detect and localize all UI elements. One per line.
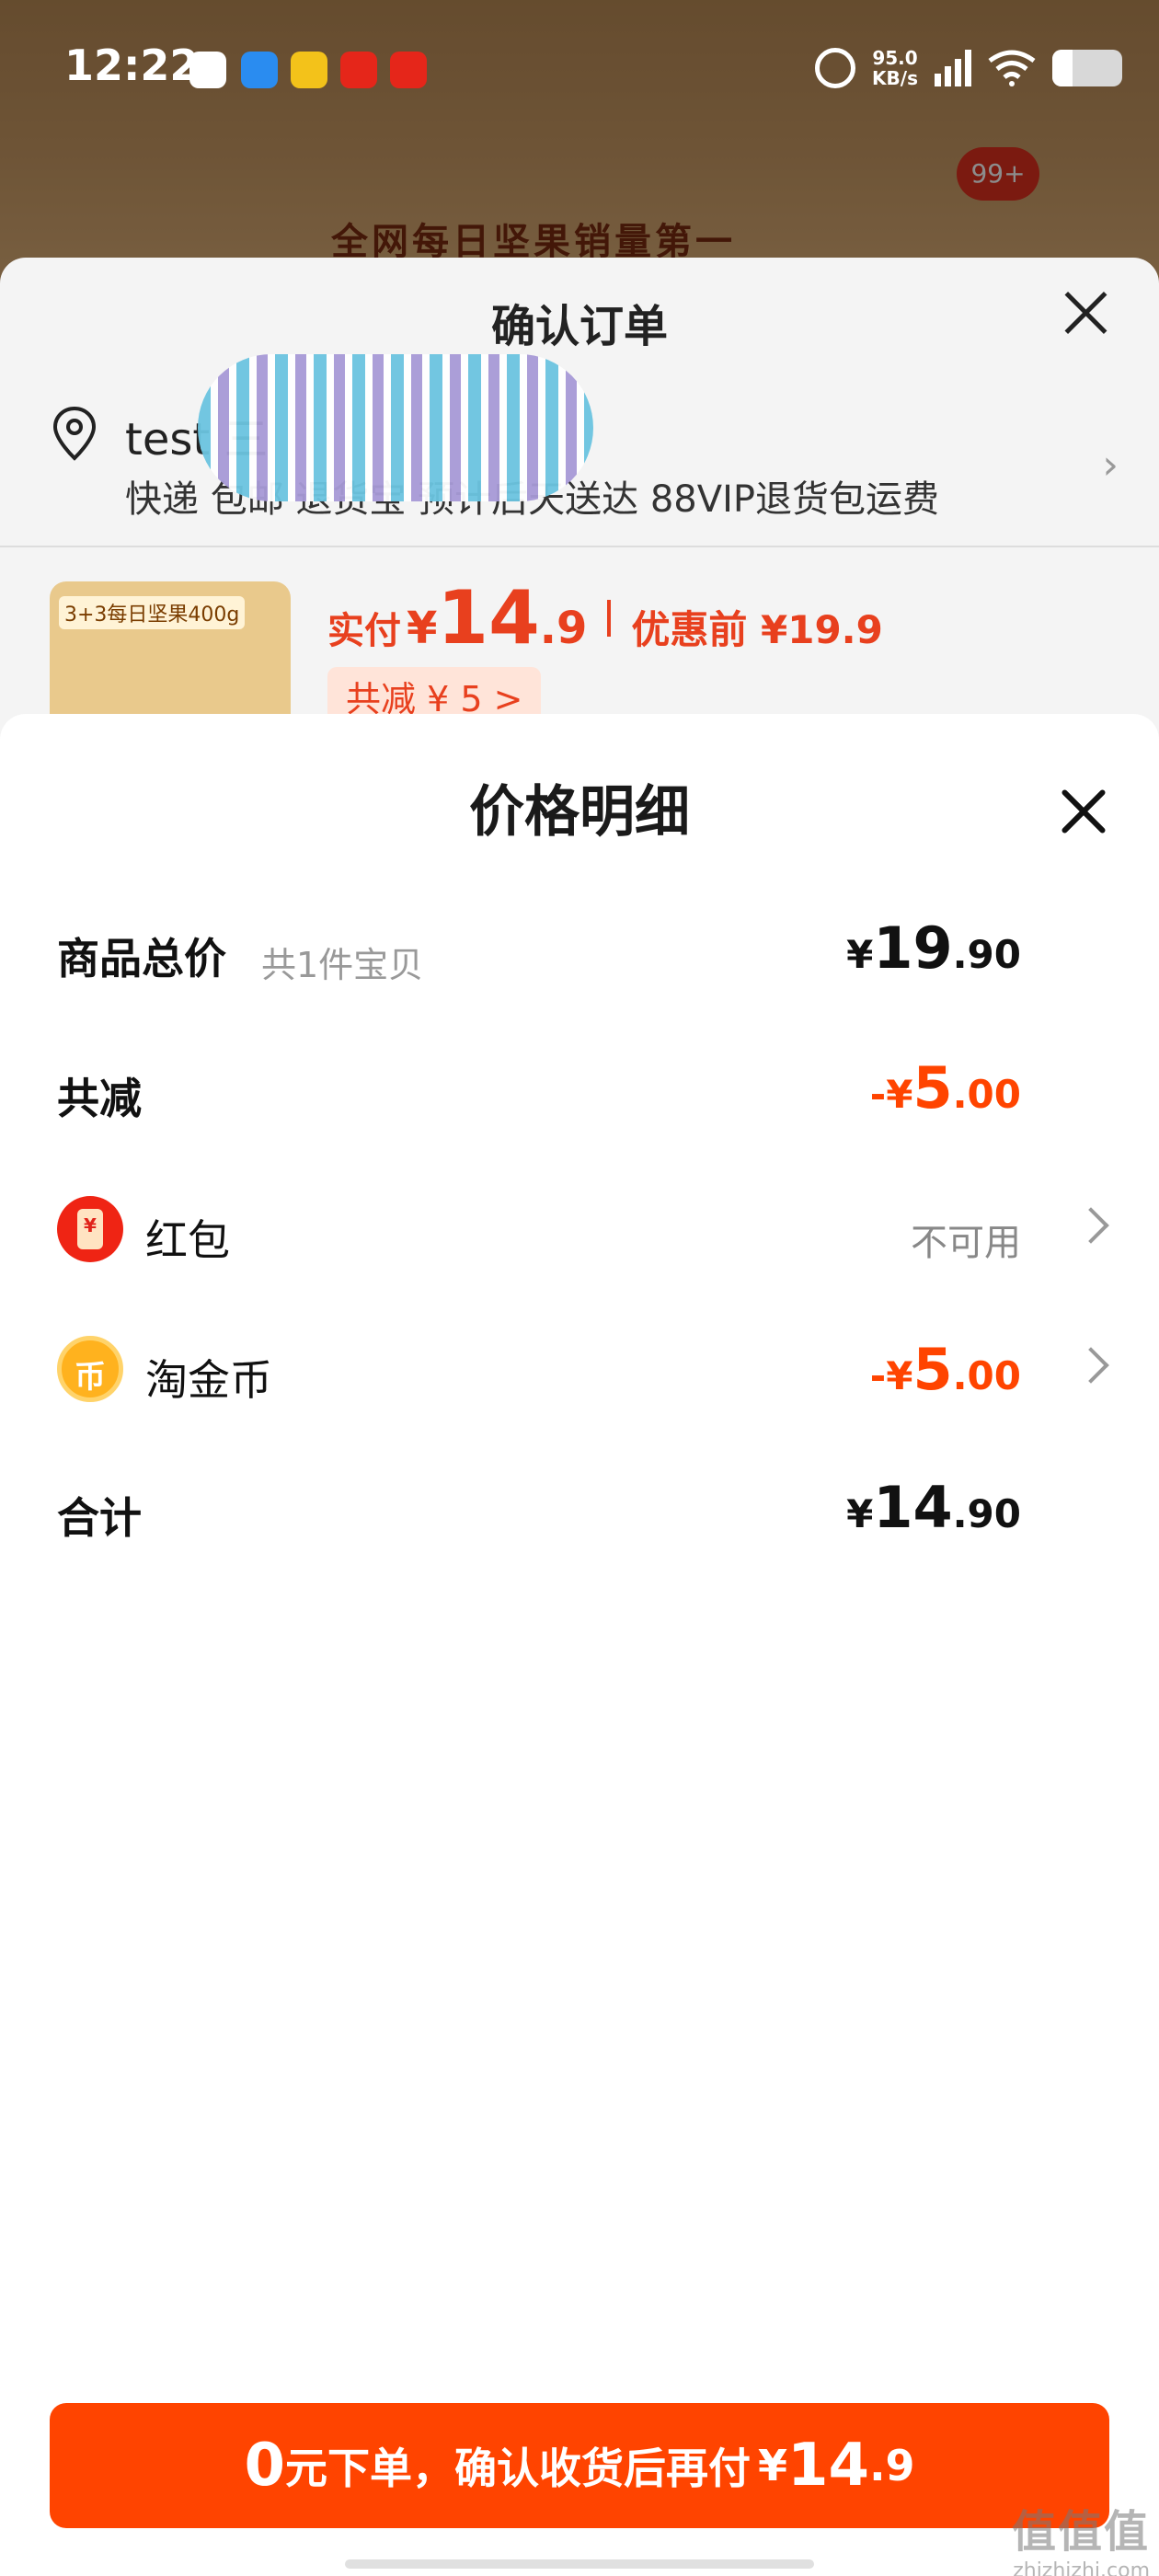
row-sum: 合计 ¥ 14 .90 [57, 1474, 1106, 1557]
before-discount-price: 优惠前 ¥19.9 [631, 607, 883, 652]
item-count: 共1件宝贝 [261, 945, 424, 985]
divider [0, 546, 1159, 547]
status-icons: 95.0 KB/s [815, 42, 1122, 94]
signal-icon [935, 50, 971, 86]
row-label: 红包 [145, 1215, 230, 1265]
weibo-icon [291, 52, 327, 88]
product-thumb-label: 3+3每日坚果400g [59, 596, 246, 629]
alarm-icon [815, 48, 856, 88]
row-taojinbi[interactable]: 币 淘金币 - ¥ 5 .00 [57, 1336, 1106, 1419]
red-packet-status: 不可用 [911, 1222, 1021, 1264]
paid-currency: ¥ [407, 603, 438, 654]
location-pin-icon [52, 406, 97, 461]
coin-deduction-amount: - ¥ 5 .00 [869, 1336, 1021, 1403]
battery-icon [1052, 50, 1122, 86]
row-label: 商品总价 [57, 934, 226, 983]
chevron-right-icon[interactable] [1078, 1343, 1106, 1371]
wifi-icon [988, 50, 1036, 86]
item-total-amount: ¥ 19 .90 [846, 914, 1021, 982]
row-label: 共减 [57, 1074, 142, 1123]
paid-int: 14 [437, 575, 540, 661]
chevron-right-icon[interactable]: › [1102, 442, 1119, 489]
paid-dec: .9 [539, 603, 588, 654]
price-detail-sheet: 价格明细 商品总价 共1件宝贝 ¥ 19 .90 共减 - ¥ 5 .00 红包… [0, 714, 1159, 2576]
home-indicator[interactable] [345, 2559, 814, 2569]
app-icon [340, 52, 377, 88]
terminal-app-icon [189, 52, 226, 88]
red-packet-icon [57, 1196, 123, 1262]
taojinbi-coin-icon: 币 [57, 1336, 123, 1402]
clock: 12:22 [64, 40, 200, 90]
place-order-button[interactable]: 0 元下单，确认收货后再付 ¥ 14 .9 [50, 2403, 1109, 2528]
watermark: 值值值 zhizhizhi.com [1011, 2506, 1150, 2576]
row-label: 合计 [57, 1493, 142, 1543]
redaction-scribble [198, 354, 593, 501]
discount-amount: - ¥ 5 .00 [869, 1054, 1021, 1121]
row-label: 淘金币 [145, 1355, 272, 1405]
paid-price: 实付 ¥ 14 .9 优惠前 ¥19.9 [327, 575, 883, 661]
order-title: 确认订单 [490, 301, 668, 352]
row-item-total: 商品总价 共1件宝贝 ¥ 19 .90 [57, 914, 1106, 997]
status-bar: 12:22 95.0 KB/s [0, 0, 1159, 138]
sheet-title: 价格明细 [469, 780, 690, 845]
row-red-packet[interactable]: 红包 不可用 [57, 1196, 1106, 1279]
close-icon[interactable] [1058, 285, 1113, 340]
row-discount: 共减 - ¥ 5 .00 [57, 1054, 1106, 1137]
chevron-right-icon[interactable] [1078, 1203, 1106, 1231]
net-speed: 95.0 KB/s [872, 47, 918, 89]
app-icon [390, 52, 427, 88]
close-icon[interactable] [1058, 786, 1109, 837]
paid-label: 实付 [327, 610, 401, 652]
app-icon [241, 52, 278, 88]
sum-amount: ¥ 14 .90 [846, 1474, 1021, 1541]
